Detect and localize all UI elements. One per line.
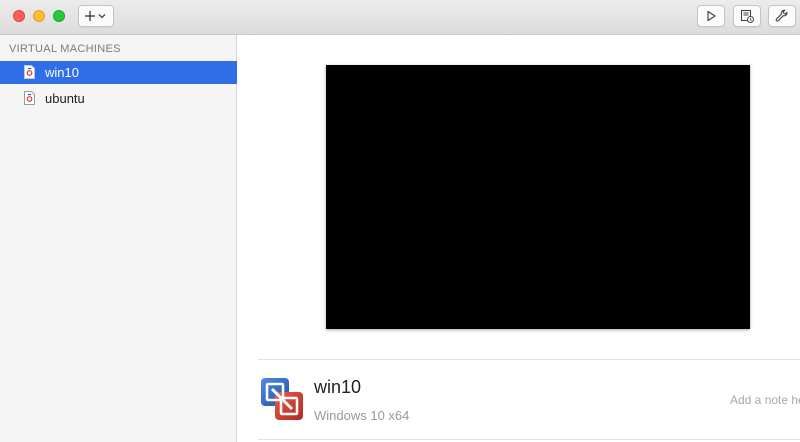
- sidebar-item-win10[interactable]: win10: [0, 61, 237, 84]
- sidebar-item-ubuntu[interactable]: ubuntu: [0, 87, 237, 110]
- zoom-window-button[interactable]: [53, 10, 65, 22]
- vm-name: win10: [314, 377, 362, 397]
- vm-document-icon: [24, 91, 35, 110]
- sidebar-item-label: ubuntu: [45, 91, 85, 106]
- window-toolbar: [0, 0, 800, 35]
- play-icon: [707, 10, 716, 22]
- minimize-window-button[interactable]: [33, 10, 45, 22]
- divider: [258, 439, 800, 440]
- add-note-field[interactable]: Add a note he: [730, 393, 800, 407]
- close-window-button[interactable]: [13, 10, 25, 22]
- wrench-icon: [775, 9, 788, 22]
- settings-button[interactable]: [768, 5, 796, 27]
- vm-os-label: Windows 10 x64: [314, 408, 410, 423]
- sidebar: VIRTUAL MACHINES win10 ubuntu: [0, 35, 237, 442]
- vm-screen-preview[interactable]: [326, 65, 750, 329]
- vmware-fusion-logo: [260, 377, 304, 426]
- sidebar-item-label: win10: [45, 65, 79, 80]
- add-vm-button[interactable]: [78, 5, 114, 27]
- snapshot-button[interactable]: [733, 5, 761, 27]
- divider: [258, 359, 800, 360]
- vm-document-icon: [24, 65, 35, 84]
- start-vm-button[interactable]: [697, 5, 725, 27]
- sidebar-header: VIRTUAL MACHINES: [9, 43, 121, 55]
- plus-icon: [85, 11, 106, 21]
- snapshot-icon: [740, 9, 754, 23]
